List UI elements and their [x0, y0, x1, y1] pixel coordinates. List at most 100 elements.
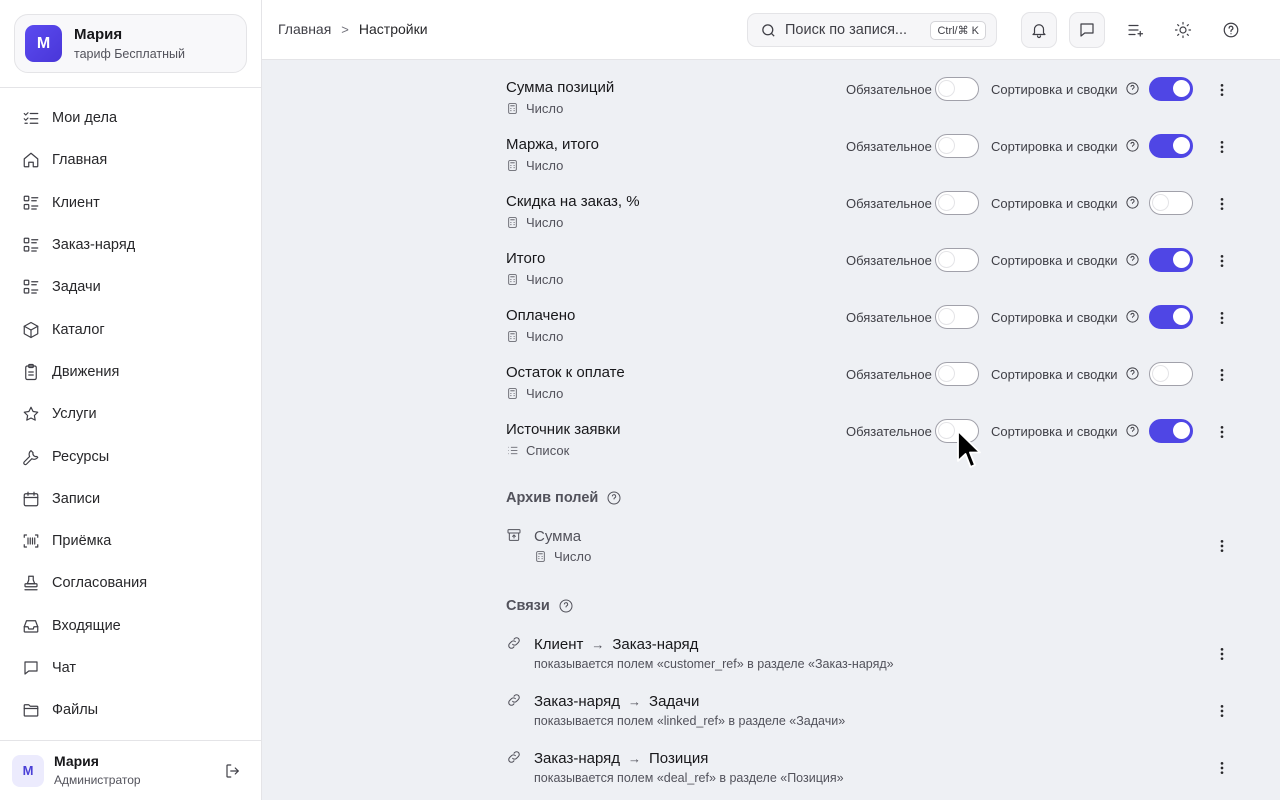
logout-button[interactable] [222, 760, 244, 782]
sidebar-item-movements[interactable]: Движения [0, 351, 261, 393]
relation-from: Заказ-наряд [534, 750, 621, 767]
relation-from: Клиент [534, 636, 584, 653]
sidebar-item-approvals[interactable]: Согласования [0, 562, 261, 604]
required-toggle[interactable] [935, 362, 979, 386]
sidebar-item-appointments[interactable]: Записи [0, 478, 261, 520]
relation-row: Заказ-наряд → Задачи показывается полем … [506, 692, 1236, 732]
sidebar-item-receiving[interactable]: Приёмка [0, 520, 261, 562]
help-icon[interactable] [1125, 195, 1140, 210]
sidebar-item-client[interactable]: Клиент [0, 182, 261, 224]
field-name: Остаток к оплате [506, 364, 625, 381]
relation-description: показывается полем «customer_ref» в разд… [534, 657, 894, 671]
sidebar-item-services[interactable]: Услуги [0, 393, 261, 435]
help-icon[interactable] [606, 490, 622, 506]
wrench-icon [23, 449, 39, 465]
messages-button[interactable] [1069, 12, 1105, 48]
sort-toggle[interactable] [1149, 362, 1193, 386]
help-icon[interactable] [1125, 252, 1140, 267]
more-vertical-icon [1220, 84, 1224, 96]
more-button[interactable] [1214, 422, 1230, 442]
calculator-icon [508, 160, 517, 171]
arrow-right-icon: → [628, 694, 642, 709]
star-icon [23, 406, 39, 421]
search-input[interactable]: Поиск по запися... Ctrl/⌘ K [747, 13, 997, 47]
sidebar-item-home[interactable]: Главная [0, 139, 261, 181]
more-button[interactable] [1214, 308, 1230, 328]
more-button[interactable] [1214, 758, 1230, 778]
required-toggle[interactable] [935, 77, 979, 101]
sidebar-item-inbox[interactable]: Входящие [0, 605, 261, 647]
user-name: Мария [54, 753, 99, 769]
sort-toggle[interactable] [1149, 191, 1193, 215]
sidebar-item-resources[interactable]: Ресурсы [0, 435, 261, 477]
logout-icon [226, 764, 239, 778]
help-button[interactable] [1213, 12, 1249, 48]
more-button[interactable] [1214, 536, 1230, 556]
sidebar-item-label: Движения [52, 363, 120, 380]
more-button[interactable] [1214, 701, 1230, 721]
help-icon[interactable] [1125, 81, 1140, 96]
more-button[interactable] [1214, 365, 1230, 385]
sidebar-nav: Мои дела Главная Клиент Заказ-наряд Зада… [0, 97, 261, 731]
calculator-icon [508, 388, 517, 399]
account-switcher[interactable]: М Мария тариф Бесплатный [14, 14, 247, 73]
field-type-label: Число [526, 272, 564, 287]
required-toggle[interactable] [935, 419, 979, 443]
sidebar-item-tasks[interactable]: Задачи [0, 266, 261, 308]
field-name: Источник заявки [506, 421, 621, 438]
sort-toggle[interactable] [1149, 305, 1193, 329]
more-button[interactable] [1214, 80, 1230, 100]
more-button[interactable] [1214, 137, 1230, 157]
sidebar-item-files[interactable]: Файлы [0, 689, 261, 731]
notifications-button[interactable] [1021, 12, 1057, 48]
sort-toggle[interactable] [1149, 134, 1193, 158]
search-icon [762, 23, 775, 37]
sidebar-item-catalog[interactable]: Каталог [0, 308, 261, 350]
clipboard-icon [25, 363, 37, 381]
required-toggle[interactable] [935, 134, 979, 158]
relation-to: Позиция [649, 750, 709, 767]
required-label: Обязательное [846, 310, 932, 325]
arrow-right-icon: → [628, 751, 642, 766]
sort-toggle[interactable] [1149, 248, 1193, 272]
help-icon[interactable] [558, 598, 574, 614]
sidebar-item-label: Ресурсы [52, 448, 110, 465]
sort-toggle[interactable] [1149, 419, 1193, 443]
required-toggle[interactable] [935, 191, 979, 215]
sort-label: Сортировка и сводки [991, 82, 1118, 97]
help-icon[interactable] [1125, 309, 1140, 324]
links-title: Связи [506, 598, 550, 614]
sidebar-item-label: Клиент [52, 194, 100, 211]
sidebar-item-my-tasks[interactable]: Мои дела [0, 97, 261, 139]
relation-title: Клиент → Заказ-наряд [534, 636, 698, 653]
toggle-knob [938, 308, 955, 325]
help-icon[interactable] [1125, 366, 1140, 381]
sidebar-item-work-order[interactable]: Заказ-наряд [0, 224, 261, 266]
sort-toggle[interactable] [1149, 77, 1193, 101]
more-button[interactable] [1214, 194, 1230, 214]
list-plus-icon [1128, 24, 1144, 37]
sort-label: Сортировка и сводки [991, 310, 1118, 325]
sidebar-item-label: Главная [52, 152, 108, 169]
breadcrumb-home[interactable]: Главная [278, 21, 331, 37]
toggle-knob [938, 137, 955, 154]
chat-icon [24, 661, 38, 675]
field-row: Источник заявки Список Обязательное Сорт… [506, 419, 1236, 471]
archived-field-type: Число [534, 549, 591, 564]
add-list-button[interactable] [1117, 12, 1153, 48]
field-type: Число [506, 386, 563, 401]
required-label: Обязательное [846, 139, 932, 154]
more-button[interactable] [1214, 644, 1230, 664]
help-icon[interactable] [1125, 423, 1140, 438]
link-icon [506, 692, 522, 713]
required-toggle[interactable] [935, 305, 979, 329]
home-icon [23, 153, 39, 168]
sidebar-item-chat[interactable]: Чат [0, 647, 261, 689]
more-button[interactable] [1214, 251, 1230, 271]
search-shortcut: Ctrl/⌘ K [930, 21, 986, 40]
required-toggle[interactable] [935, 248, 979, 272]
theme-toggle-button[interactable] [1165, 12, 1201, 48]
help-icon[interactable] [1125, 138, 1140, 153]
avatar[interactable]: М [12, 754, 44, 787]
required-label: Обязательное [846, 424, 932, 439]
